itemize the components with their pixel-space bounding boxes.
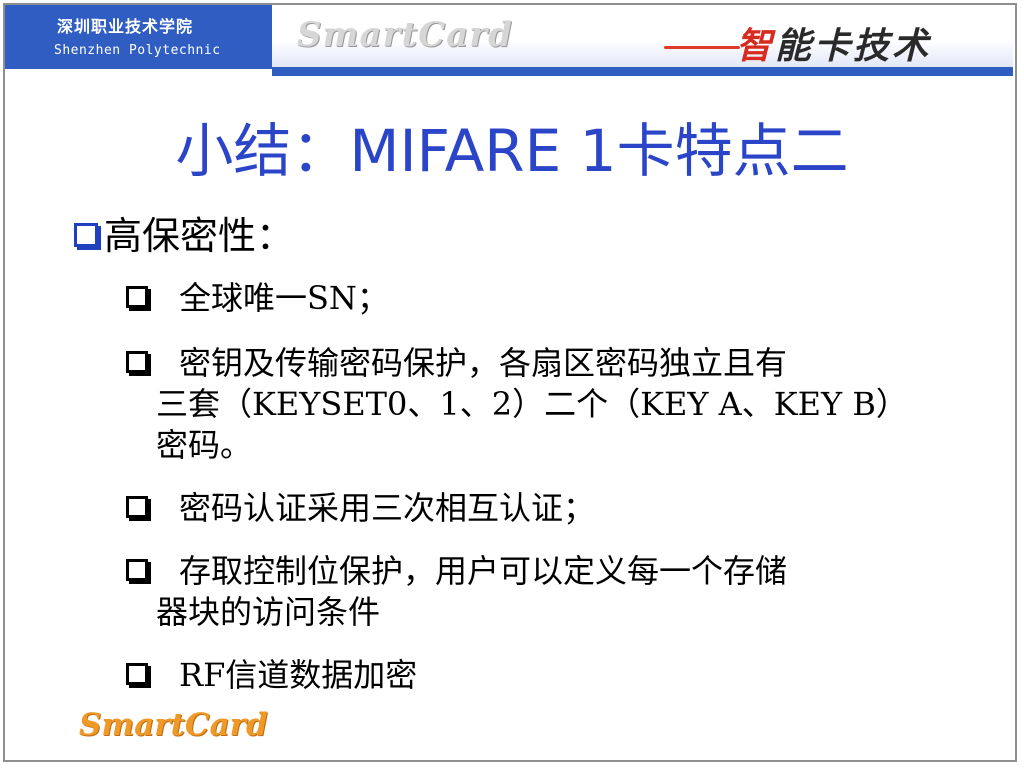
smartcard-logo: SmartCard bbox=[297, 15, 513, 55]
list-item: RF信道数据加密 bbox=[126, 655, 1006, 696]
school-name-cn: 深圳职业技术学院 bbox=[57, 17, 194, 36]
checkbox-bullet-icon bbox=[74, 223, 98, 247]
footer-smartcard-logo: SmartCard bbox=[79, 707, 268, 743]
list-item: 密码认证采用三次相互认证； bbox=[126, 488, 1006, 529]
list-item: 密钥及传输密码保护，各扇区密码独立且有 三套（KEYSET0、1、2）二个（KE… bbox=[126, 343, 1006, 466]
checkbox-bullet-icon bbox=[126, 496, 148, 518]
bullet-text: 存取控制位保护，用户可以定义每一个存储 bbox=[179, 552, 788, 590]
section-heading: 高保密性： bbox=[74, 212, 294, 260]
bullet-text: 全球唯一SN； bbox=[179, 279, 389, 317]
bullet-text-continued: 器块的访问条件 bbox=[156, 593, 381, 631]
slide-title: 小结：MIFARE 1卡特点二 bbox=[175, 117, 849, 185]
checkbox-bullet-icon bbox=[126, 663, 148, 685]
bullet-text-continued: 密码。 bbox=[156, 426, 253, 464]
course-logo-rest: 能卡技术 bbox=[775, 25, 932, 67]
section-label: 高保密性： bbox=[104, 214, 295, 258]
bullet-list: 全球唯一SN； 密钥及传输密码保护，各扇区密码独立且有 三套（KEYSET0、1… bbox=[126, 278, 1006, 718]
slide-header: 深圳职业技术学院 Shenzhen Polytechnic SmartCard … bbox=[3, 3, 1017, 76]
bullet-text: 密码认证采用三次相互认证； bbox=[179, 489, 596, 527]
header-logo-area: SmartCard 智能卡技术 bbox=[272, 5, 1013, 69]
checkbox-bullet-icon bbox=[126, 351, 148, 373]
header-divider-bar bbox=[272, 67, 1013, 76]
school-banner: 深圳职业技术学院 Shenzhen Polytechnic bbox=[5, 5, 272, 69]
course-logo-cn: 智能卡技术 bbox=[736, 17, 931, 69]
bullet-text: 密钥及传输密码保护，各扇区密码独立且有 bbox=[179, 344, 788, 382]
bullet-text: RF信道数据加密 bbox=[179, 656, 418, 694]
school-name-en: Shenzhen Polytechnic bbox=[54, 43, 221, 58]
checkbox-bullet-icon bbox=[126, 559, 148, 581]
bullet-text-continued: 三套（KEYSET0、1、2）二个（KEY A、KEY B） bbox=[156, 385, 908, 423]
checkbox-bullet-icon bbox=[126, 286, 148, 308]
logo-accent-line bbox=[664, 46, 740, 49]
list-item: 全球唯一SN； bbox=[126, 278, 1006, 319]
list-item: 存取控制位保护，用户可以定义每一个存储 器块的访问条件 bbox=[126, 551, 1006, 633]
course-logo-first-char: 智 bbox=[736, 25, 776, 67]
